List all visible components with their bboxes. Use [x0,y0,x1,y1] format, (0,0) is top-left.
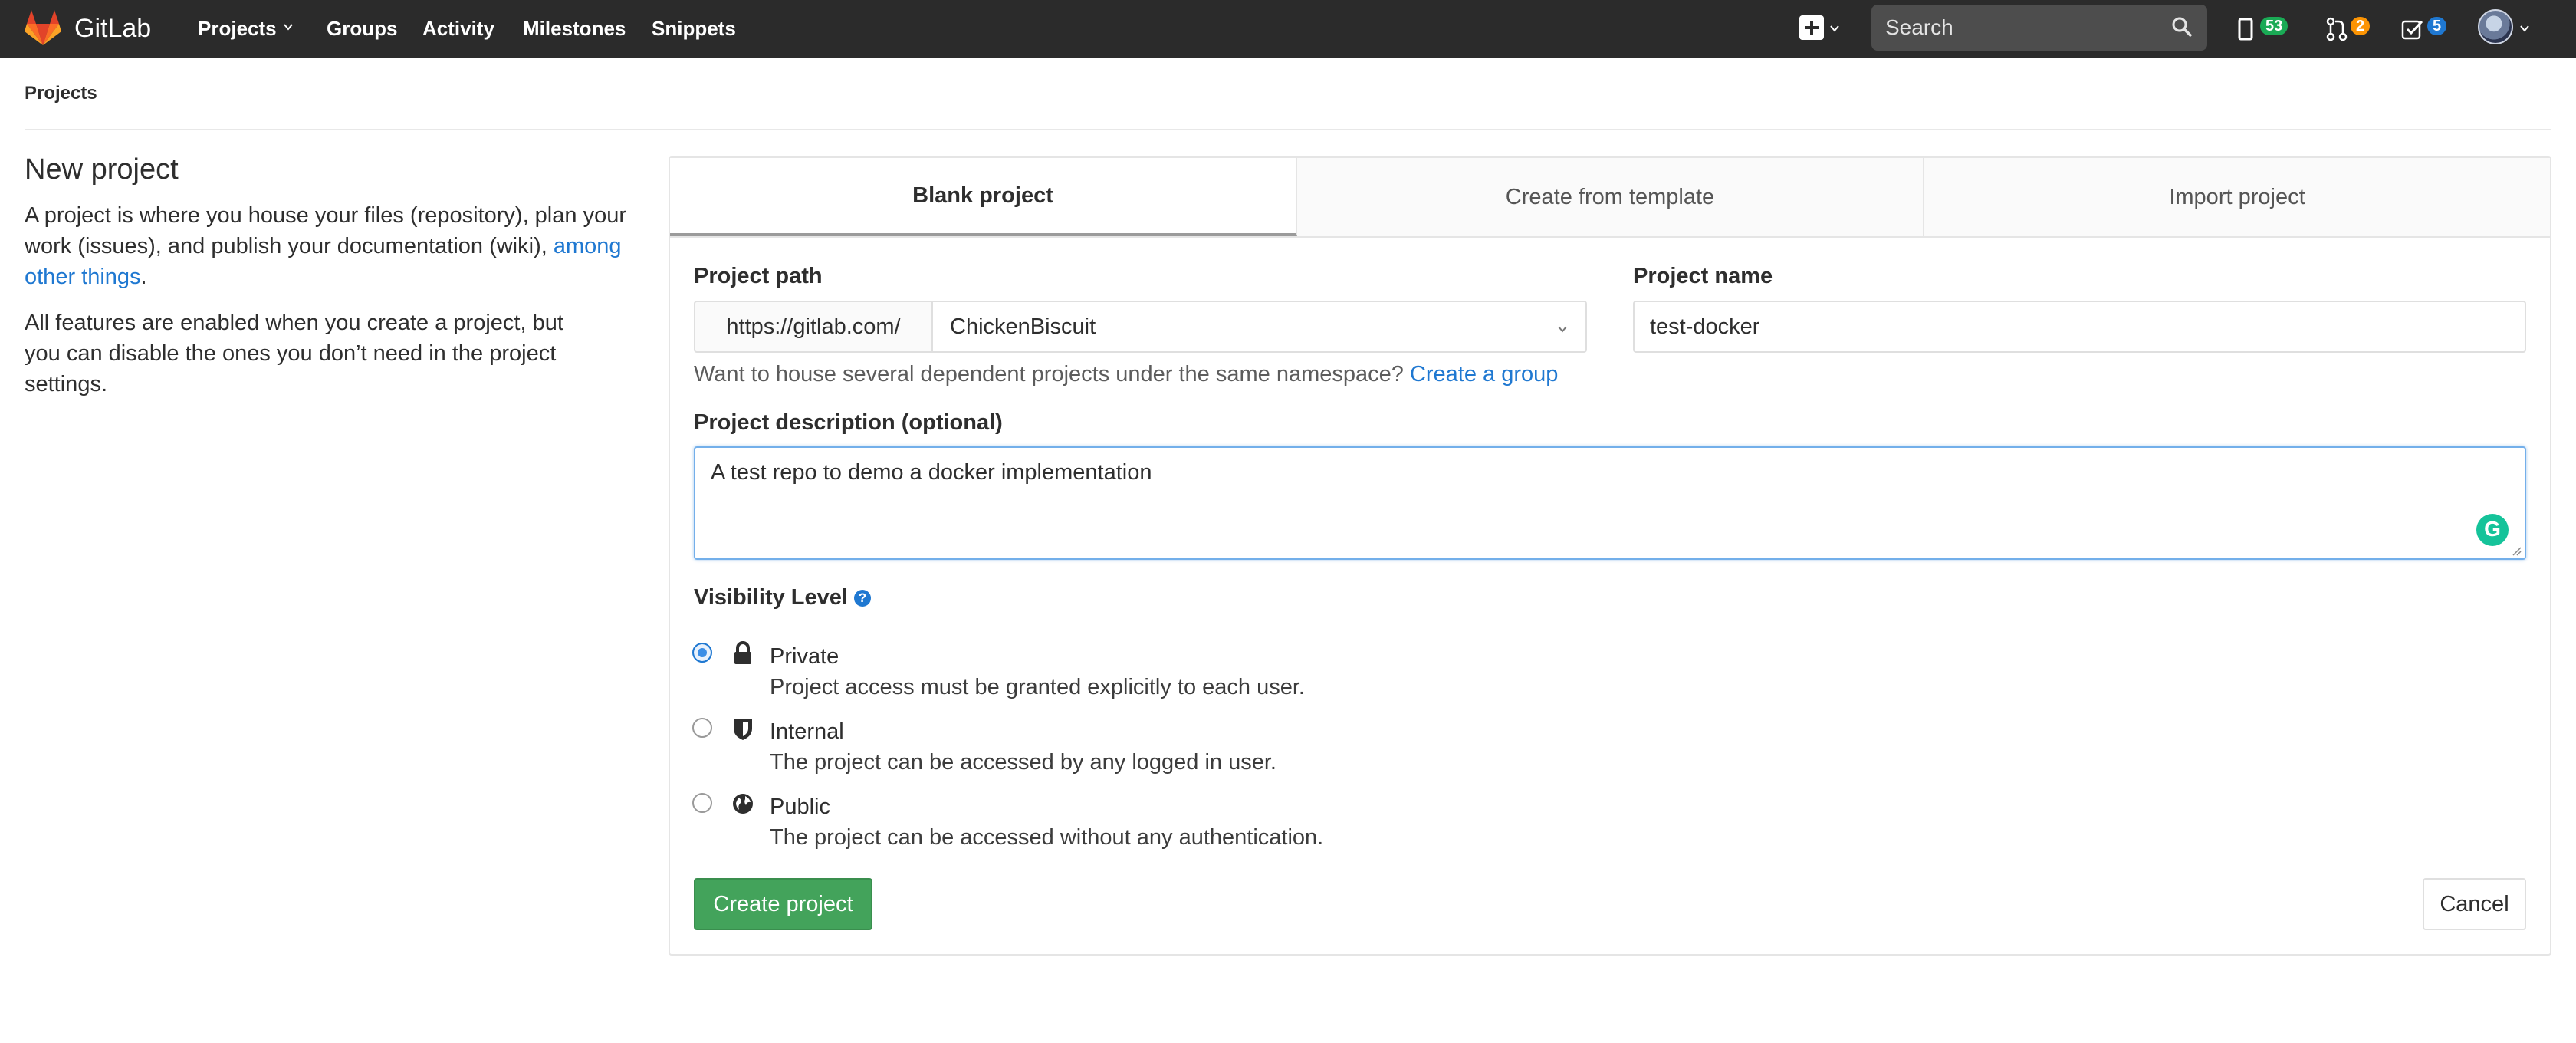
visibility-public-radio[interactable] [692,793,712,813]
visibility-internal-radio[interactable] [692,718,712,738]
breadcrumb[interactable]: Projects [25,83,97,104]
project-description-label: Project description (optional) [694,410,1003,435]
nav-projects[interactable]: Projects [198,17,294,41]
features-paragraph: All features are enabled when you create… [25,311,564,396]
search-placeholder: Search [1885,15,1953,39]
gitlab-logo-icon[interactable] [23,8,63,47]
visibility-internal-description: The project can be accessed by any logge… [770,750,1276,775]
project-tabs: Blank project Create from template Impor… [670,158,2550,238]
nav-groups[interactable]: Groups [327,17,397,41]
issues-icon [2238,18,2253,41]
project-name-value: test-docker [1650,314,1760,339]
project-description-value: A test repo to demo a docker implementat… [711,460,1152,485]
chevron-down-icon[interactable] [2519,23,2530,34]
nav-projects-label: Projects [198,17,277,40]
merge-requests-count-badge: 2 [2351,17,2371,35]
project-name-input[interactable]: test-docker [1633,301,2526,353]
project-name-label: Project name [1633,264,1773,288]
todos-counter[interactable]: 5 [2401,11,2447,48]
nav-milestones[interactable]: Milestones [523,17,626,41]
visibility-level-label: Visibility Level? [694,585,871,610]
project-description-textarea[interactable]: A test repo to demo a docker implementat… [694,446,2526,560]
project-path-prefix: https://gitlab.com/ [694,301,933,353]
project-path-label: Project path [694,264,823,288]
intro-text: A project is where you house your files … [25,203,626,258]
tab-create-from-template[interactable]: Create from template [1297,158,1924,236]
nav-snippets[interactable]: Snippets [652,17,736,41]
todos-count-badge: 5 [2427,17,2447,35]
tab-import-project[interactable]: Import project [1924,158,2550,236]
nav-activity[interactable]: Activity [422,17,495,41]
grammarly-icon[interactable] [2476,514,2509,546]
namespace-help-message: Want to house several dependent projects… [694,362,1404,387]
lock-icon [734,641,751,664]
chevron-down-icon [283,24,293,31]
gitlab-brand[interactable]: GitLab [74,14,151,44]
search-input[interactable]: Search [1871,5,2207,51]
avatar[interactable] [2478,9,2513,44]
top-navbar: GitLab Projects Groups Activity Mileston… [0,0,2576,58]
create-project-button[interactable]: Create project [694,878,872,930]
page-title: New project [25,153,179,186]
shield-icon [734,719,752,740]
visibility-public-title: Public [770,795,830,819]
search-icon[interactable] [2170,15,2193,38]
visibility-private-radio[interactable] [692,643,712,663]
cancel-button[interactable]: Cancel [2423,878,2526,930]
visibility-private-title: Private [770,644,840,669]
intro-end: . [140,265,147,289]
namespace-help-text: Want to house several dependent projects… [694,362,1558,387]
globe-icon [733,794,753,814]
namespace-select[interactable]: ChickenBiscuit [932,301,1587,353]
question-help-icon[interactable]: ? [853,590,871,607]
chevron-down-icon [1558,326,1567,333]
visibility-level-text: Visibility Level [694,585,848,610]
merge-request-icon [2326,17,2348,41]
divider [25,129,2551,130]
intro-paragraph: A project is where you house your files … [25,200,630,292]
create-group-link[interactable]: Create a group [1410,362,1558,387]
chevron-down-icon[interactable] [1829,23,1840,34]
visibility-internal-title: Internal [770,719,844,744]
new-item-plus-icon[interactable] [1799,15,1824,40]
tab-blank-project[interactable]: Blank project [670,158,1297,236]
issues-counter[interactable]: 53 [2237,11,2298,48]
resize-handle-icon[interactable] [2510,545,2522,557]
visibility-private-description: Project access must be granted explicitl… [770,675,1305,699]
namespace-value: ChickenBiscuit [950,314,1096,339]
merge-requests-counter[interactable]: 2 [2326,11,2372,48]
issues-count-badge: 53 [2260,17,2288,35]
todo-check-icon [2401,20,2423,40]
visibility-public-description: The project can be accessed without any … [770,825,1324,850]
